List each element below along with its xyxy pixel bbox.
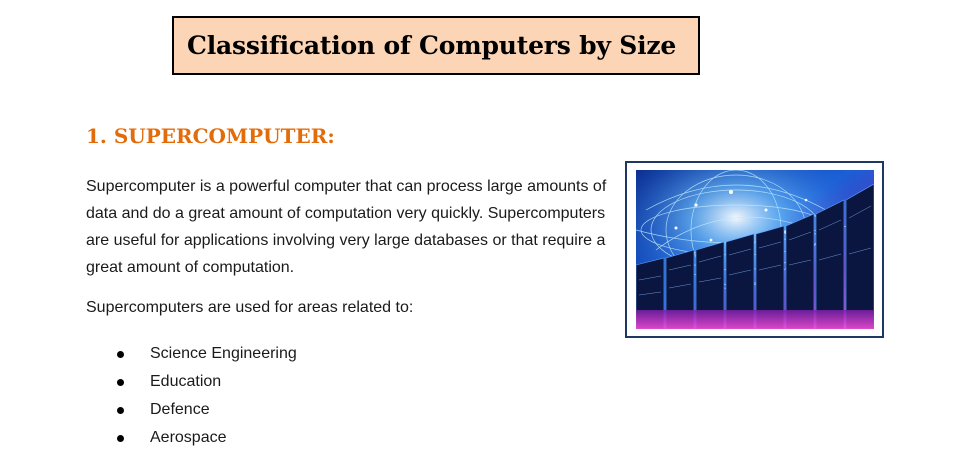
list-item-label: Aerospace [150,429,227,446]
uses-intro-text: Supercomputers are used for areas relate… [86,299,414,316]
bullet-icon [117,434,124,442]
description-paragraph: Supercomputer is a powerful computer tha… [86,178,607,276]
uses-list: Science Engineering Education Defence Ae… [86,340,297,452]
list-item-label: Education [150,373,222,390]
bullet-icon [117,406,124,414]
page-title: Classification of Computers by Size [187,31,677,60]
list-item: Aerospace [86,424,297,452]
list-item-label: Defence [150,401,210,418]
list-item-label: Science Engineering [150,345,297,362]
list-item: Science Engineering [86,340,297,368]
bullet-icon [117,350,124,358]
list-item: Education [86,368,297,396]
title-box: Classification of Computers by Size [172,16,700,75]
bullet-icon [117,378,124,386]
list-item: Defence [86,396,297,424]
section-heading: 1. SUPERCOMPUTER: [86,124,335,148]
supercomputer-server-racks-image [636,170,874,329]
supercomputer-image-frame [625,161,884,338]
